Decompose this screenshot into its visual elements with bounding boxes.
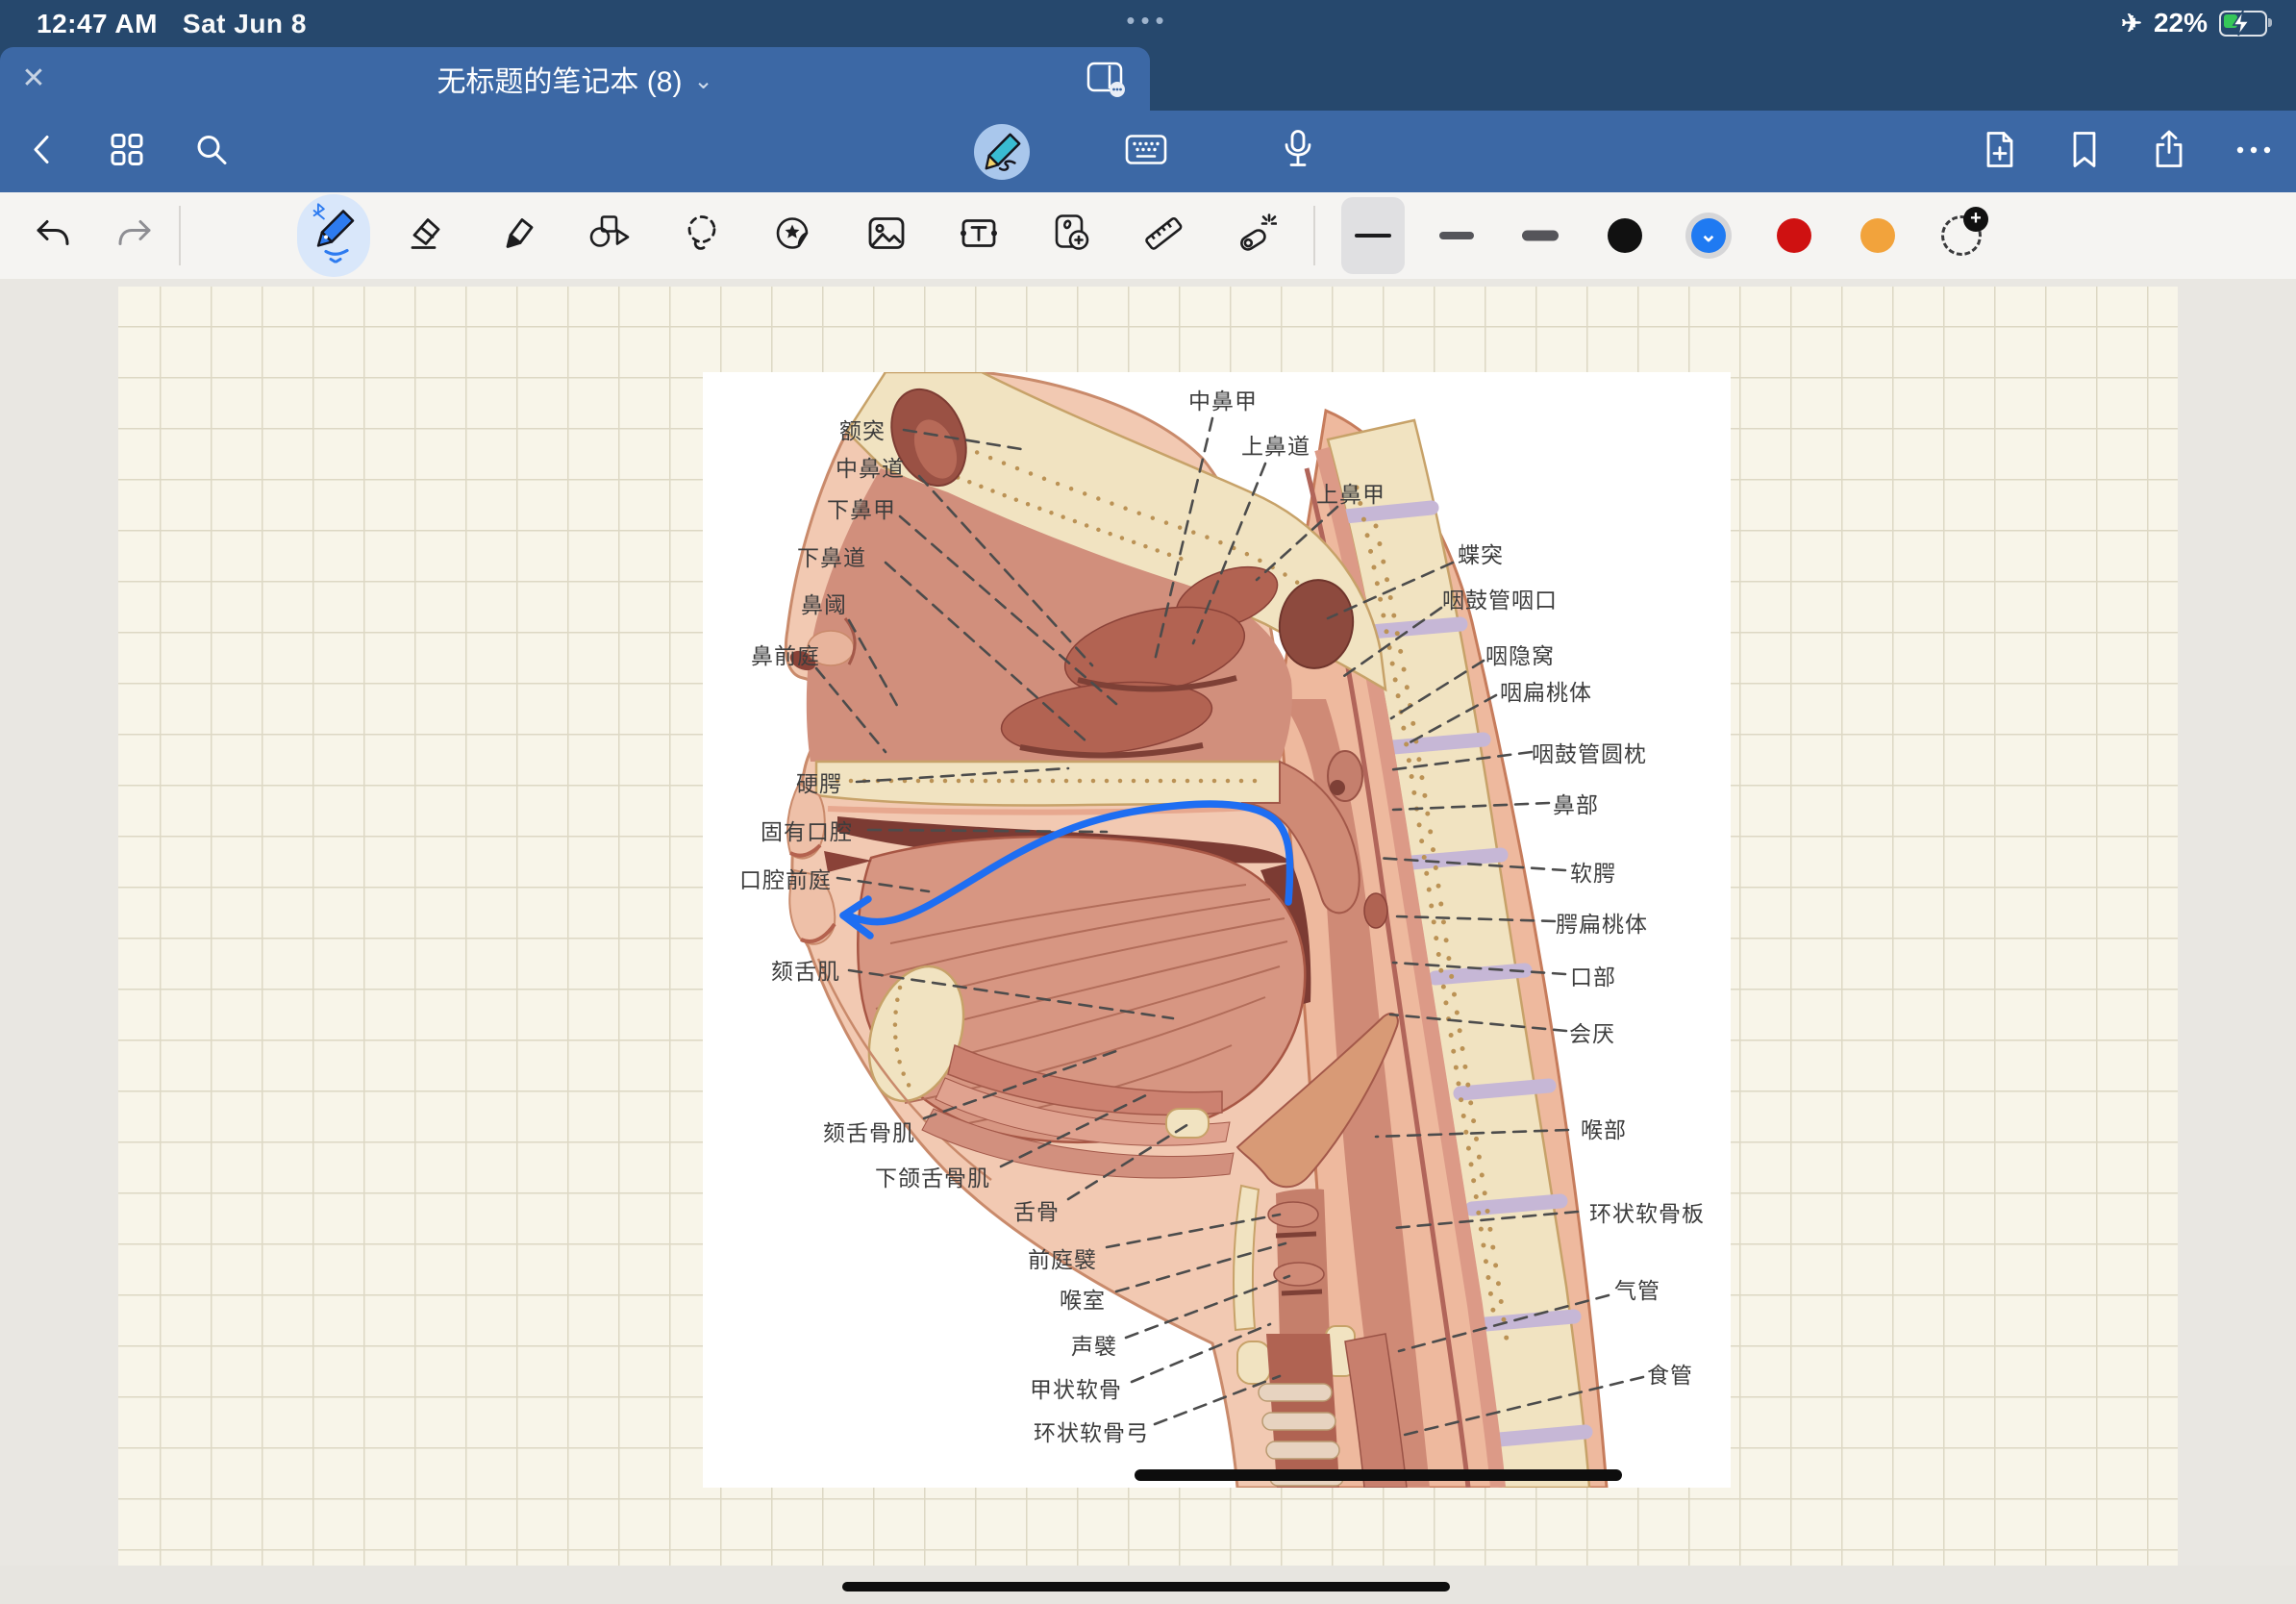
add-color-button[interactable]: +: [1941, 215, 1982, 256]
anatomy-label: 声襞: [1071, 1328, 1117, 1361]
back-icon[interactable]: [27, 133, 58, 170]
anatomy-label: 鼻前庭: [751, 638, 820, 670]
anatomy-label: 咽隐窝: [1485, 638, 1555, 670]
fountain-pen-icon[interactable]: [307, 204, 361, 268]
anatomy-label: 蝶突: [1458, 537, 1504, 569]
anatomy-figure[interactable]: 额突中鼻道下鼻甲下鼻道鼻阈鼻前庭硬腭固有口腔口腔前庭颏舌肌颏舌骨肌下颌舌骨肌舌骨…: [703, 372, 1731, 1488]
date: Sat Jun 8: [183, 9, 307, 38]
multitasking-indicator-icon[interactable]: •••: [1126, 6, 1169, 36]
charging-bolt-icon: [2229, 9, 2254, 38]
anatomy-label: 中鼻甲: [1188, 383, 1258, 415]
clock: 12:47 AM: [37, 9, 158, 38]
pen-mode-button[interactable]: [974, 124, 1030, 180]
toolbar-divider: [179, 206, 181, 265]
elements-icon[interactable]: [1052, 213, 1092, 259]
microphone-icon[interactable]: [1282, 129, 1314, 174]
color-blue-button[interactable]: ⌄: [1691, 218, 1726, 253]
page-overview-icon[interactable]: [110, 132, 144, 171]
laser-pointer-icon[interactable]: [1235, 213, 1277, 260]
lasso-icon[interactable]: [684, 214, 722, 258]
anatomy-label: 食管: [1647, 1357, 1693, 1390]
color-black-button[interactable]: [1608, 218, 1642, 253]
color-orange-button[interactable]: [1860, 218, 1895, 253]
anatomy-label: 气管: [1614, 1272, 1660, 1305]
anatomy-label: 固有口腔: [761, 814, 853, 846]
home-indicator[interactable]: [842, 1582, 1450, 1591]
eraser-icon[interactable]: [406, 214, 444, 258]
anatomy-label: 咽鼓管圆枕: [1532, 736, 1647, 768]
color-red-button[interactable]: [1777, 218, 1811, 253]
anatomy-label: 会厌: [1569, 1015, 1615, 1048]
share-icon[interactable]: [2152, 129, 2186, 174]
anatomy-label: 舌骨: [1013, 1193, 1060, 1226]
anatomy-label: 咽鼓管咽口: [1442, 582, 1558, 614]
more-icon[interactable]: [2234, 143, 2273, 161]
anatomy-label: 下颌舌骨肌: [875, 1160, 990, 1192]
anatomy-label: 环状软骨弓: [1034, 1415, 1149, 1447]
notebook-title[interactable]: 无标题的笔记本 (8): [437, 58, 682, 100]
anatomy-label: 喉部: [1581, 1112, 1627, 1144]
anatomy-label: 上鼻道: [1241, 428, 1310, 461]
anatomy-label: 鼻阈: [801, 587, 847, 619]
anatomy-label: 咽扁桃体: [1500, 674, 1592, 707]
anatomy-label: 硬腭: [796, 765, 842, 798]
anatomy-label: 喉室: [1060, 1282, 1106, 1315]
add-page-icon[interactable]: [1983, 130, 2017, 173]
bookmark-icon[interactable]: [2069, 130, 2100, 173]
battery-percent: 22%: [2154, 8, 2208, 38]
thickness-medium-button[interactable]: [1439, 232, 1474, 239]
keyboard-icon[interactable]: [1125, 132, 1167, 171]
anatomy-label: 颏舌肌: [771, 953, 840, 986]
chevron-down-icon: ⌄: [1700, 222, 1717, 247]
anatomy-label: 下鼻甲: [827, 491, 896, 524]
thickness-thin-button[interactable]: [1355, 234, 1391, 238]
plus-icon: +: [1963, 207, 1988, 232]
ruler-icon[interactable]: [1143, 213, 1184, 259]
battery-icon: [2219, 11, 2267, 37]
status-bar: 12:47 AM Sat Jun 8 ••• ✈ 22%: [0, 0, 2296, 47]
anatomy-label: 口部: [1570, 959, 1616, 991]
main-toolbar: [0, 111, 2296, 192]
pen-icon: [980, 130, 1024, 174]
anatomy-label: 甲状软骨: [1030, 1371, 1122, 1404]
anatomy-label: 软腭: [1570, 855, 1616, 888]
sticker-icon[interactable]: [774, 214, 812, 258]
page-panel-icon[interactable]: [1085, 61, 1127, 104]
chevron-down-icon: ⌄: [693, 67, 712, 95]
undo-icon[interactable]: [35, 218, 71, 254]
search-icon[interactable]: [194, 132, 229, 171]
anatomy-label: 腭扁桃体: [1556, 906, 1648, 939]
anatomy-label: 中鼻道: [836, 450, 905, 483]
anatomy-label: 颏舌骨肌: [823, 1115, 915, 1147]
notebook-page[interactable]: 额突中鼻道下鼻甲下鼻道鼻阈鼻前庭硬腭固有口腔口腔前庭颏舌肌颏舌骨肌下颌舌骨肌舌骨…: [118, 287, 2178, 1566]
insert-image-icon[interactable]: [867, 216, 906, 256]
tools-toolbar: ⌄ +: [0, 192, 2296, 281]
anatomy-label: 环状软骨板: [1589, 1195, 1705, 1228]
highlighter-icon[interactable]: [497, 214, 536, 258]
text-icon[interactable]: [958, 216, 1000, 256]
notebook-tab[interactable]: ✕ 无标题的笔记本 (8) ⌄: [0, 47, 1150, 111]
canvas-area: 额突中鼻道下鼻甲下鼻道鼻阈鼻前庭硬腭固有口腔口腔前庭颏舌肌颏舌骨肌下颌舌骨肌舌骨…: [0, 279, 2296, 1566]
airplane-mode-icon: ✈: [2121, 9, 2142, 38]
ink-underline: [1135, 1469, 1622, 1481]
redo-icon[interactable]: [116, 218, 153, 254]
anatomy-label: 额突: [839, 413, 886, 445]
anatomy-label: 鼻部: [1553, 787, 1599, 819]
toolbar-divider: [1313, 206, 1315, 265]
anatomy-label: 口腔前庭: [739, 862, 832, 894]
thickness-thick-button[interactable]: [1522, 231, 1559, 241]
anatomy-label: 上鼻甲: [1316, 476, 1385, 509]
tab-bar: ✕ 无标题的笔记本 (8) ⌄: [0, 47, 2296, 111]
shapes-icon[interactable]: [588, 214, 631, 258]
anatomy-label: 前庭襞: [1028, 1241, 1097, 1274]
goodnotes-app: 12:47 AM Sat Jun 8 ••• ✈ 22% ✕ 无标题的笔记本 (8…: [0, 0, 2296, 1604]
anatomy-label: 下鼻道: [797, 539, 866, 572]
